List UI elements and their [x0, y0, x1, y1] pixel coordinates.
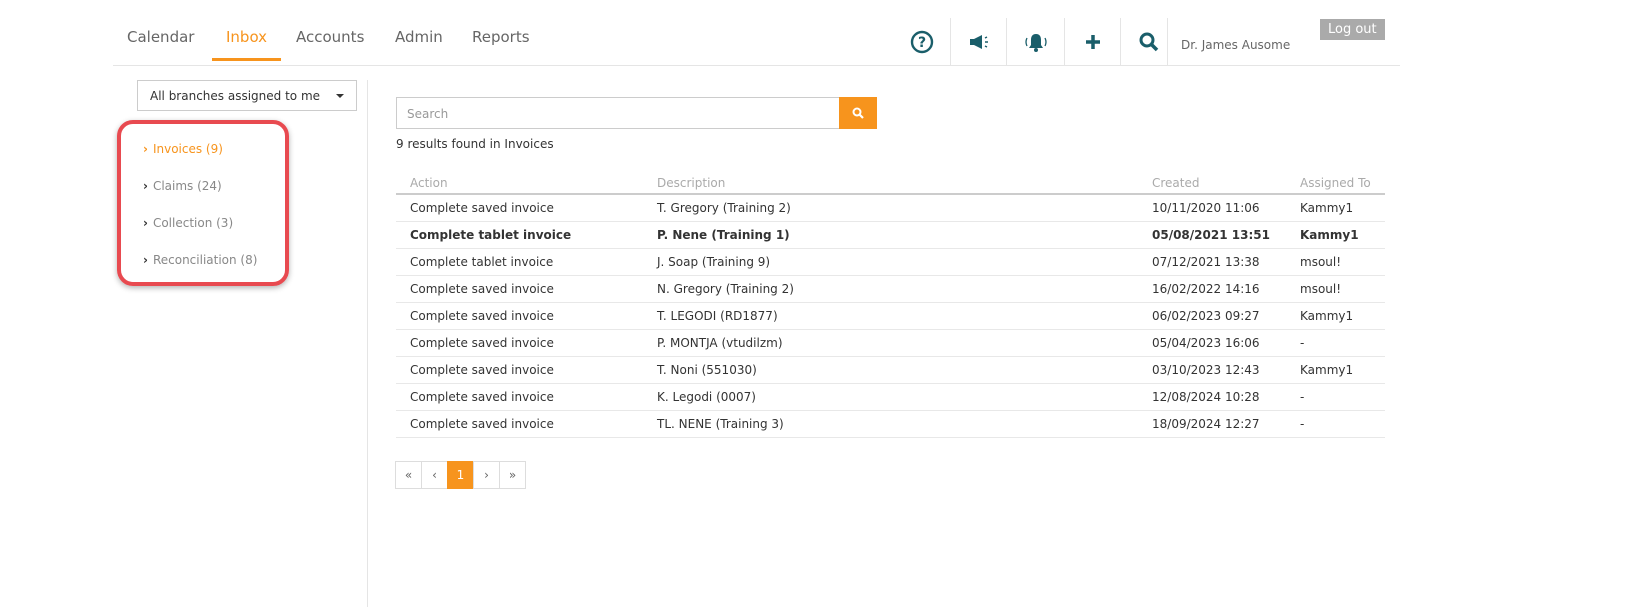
cell-description: T. LEGODI (RD1877): [643, 302, 1138, 330]
cell-action: Complete tablet invoice: [396, 248, 643, 276]
search-icon: [852, 107, 864, 119]
cell-created: 06/02/2023 09:27: [1138, 302, 1286, 330]
cell-description: T. Noni (551030): [643, 356, 1138, 384]
table-row[interactable]: Complete saved invoice TL. NENE (Training…: [396, 410, 1385, 438]
cell-assigned-to: msoul!: [1286, 275, 1385, 303]
cell-created: 10/11/2020 11:06: [1138, 194, 1286, 222]
cell-action: Complete saved invoice: [396, 194, 643, 222]
help-icon[interactable]: ?: [894, 18, 950, 65]
pagination: « ‹ 1 › »: [395, 461, 526, 489]
col-description[interactable]: Description: [643, 172, 1138, 195]
cell-description: TL. NENE (Training 3): [643, 410, 1138, 438]
tab-accounts[interactable]: Accounts: [296, 28, 364, 46]
user-name: Dr. James Ausome: [1181, 38, 1291, 52]
chevron-right-icon: ›: [143, 142, 148, 156]
logout-button[interactable]: Log out: [1320, 19, 1385, 40]
first-page-button[interactable]: «: [395, 461, 422, 489]
cell-description: P. MONTJA (vtudilzm): [643, 329, 1138, 357]
cell-action: Complete saved invoice: [396, 410, 643, 438]
table-row[interactable]: Complete saved invoice T. Gregory (Traini…: [396, 194, 1385, 222]
col-action[interactable]: Action: [396, 172, 643, 195]
folder-collection[interactable]: › Collection (3): [143, 216, 233, 230]
branch-select-value: All branches assigned to me: [150, 89, 321, 103]
col-created[interactable]: Created: [1138, 172, 1286, 195]
table-row[interactable]: Complete saved invoice T. LEGODI (RD1877)…: [396, 302, 1385, 330]
cell-created: 16/02/2022 14:16: [1138, 275, 1286, 303]
cell-created: 12/08/2024 10:28: [1138, 383, 1286, 411]
cell-assigned-to: -: [1286, 410, 1385, 438]
top-nav: Calendar Inbox Accounts Admin Reports ? …: [113, 0, 1400, 66]
cell-description: P. Nene (Training 1): [643, 221, 1138, 249]
cell-action: Complete saved invoice: [396, 302, 643, 330]
cell-description: K. Legodi (0007): [643, 383, 1138, 411]
folder-label: Collection (3): [152, 216, 234, 230]
cell-action: Complete saved invoice: [396, 383, 643, 411]
branch-select[interactable]: All branches assigned to me: [137, 80, 357, 111]
cell-created: 18/09/2024 12:27: [1138, 410, 1286, 438]
cell-description: T. Gregory (Training 2): [643, 194, 1138, 222]
folder-claims[interactable]: › Claims (24): [143, 179, 222, 193]
sidebar-divider: [367, 80, 368, 607]
cell-action: Complete saved invoice: [396, 356, 643, 384]
folder-label: Claims (24): [152, 179, 222, 193]
cell-assigned-to: Kammy1: [1286, 356, 1385, 384]
table-row[interactable]: Complete tablet invoice P. Nene (Training…: [396, 221, 1385, 249]
chevron-right-icon: ›: [143, 216, 148, 230]
folder-reconciliation[interactable]: › Reconciliation (8): [143, 253, 257, 267]
cell-description: N. Gregory (Training 2): [643, 275, 1138, 303]
cell-action: Complete saved invoice: [396, 275, 643, 303]
search-button[interactable]: [839, 97, 877, 129]
divider: [1167, 18, 1168, 65]
table-row[interactable]: Complete saved invoice N. Gregory (Traini…: [396, 275, 1385, 303]
page-1-button[interactable]: 1: [447, 461, 474, 489]
inbox-table: Action Description Created Assigned To C…: [396, 172, 1385, 438]
prev-page-button[interactable]: ‹: [421, 461, 448, 489]
tab-reports[interactable]: Reports: [472, 28, 530, 46]
results-count: 9 results found in Invoices: [396, 137, 554, 151]
cell-description: J. Soap (Training 9): [643, 248, 1138, 276]
cell-created: 05/08/2021 13:51: [1138, 221, 1286, 249]
table-row[interactable]: Complete saved invoice P. MONTJA (vtudilz…: [396, 329, 1385, 357]
table-row[interactable]: Complete saved invoice K. Legodi (0007) 12…: [396, 383, 1385, 411]
chevron-right-icon: ›: [143, 179, 148, 193]
cell-created: 03/10/2023 12:43: [1138, 356, 1286, 384]
cell-assigned-to: -: [1286, 329, 1385, 357]
folder-label: Invoices (9): [152, 142, 223, 156]
cell-assigned-to: Kammy1: [1286, 194, 1385, 222]
plus-icon[interactable]: [1064, 18, 1120, 65]
cell-action: Complete tablet invoice: [396, 221, 643, 249]
cell-assigned-to: Kammy1: [1286, 221, 1385, 249]
cell-created: 05/04/2023 16:06: [1138, 329, 1286, 357]
cell-assigned-to: -: [1286, 383, 1385, 411]
folder-invoices[interactable]: › Invoices (9): [143, 142, 223, 156]
cell-action: Complete saved invoice: [396, 329, 643, 357]
cell-assigned-to: msoul!: [1286, 248, 1385, 276]
tab-calendar[interactable]: Calendar: [127, 28, 194, 46]
last-page-button[interactable]: »: [499, 461, 526, 489]
col-assigned-to[interactable]: Assigned To: [1286, 172, 1385, 195]
search-input[interactable]: Search: [396, 97, 840, 129]
table-row[interactable]: Complete saved invoice T. Noni (551030) 03…: [396, 356, 1385, 384]
chevron-right-icon: ›: [143, 253, 148, 267]
megaphone-icon[interactable]: [950, 18, 1006, 65]
svg-text:?: ?: [918, 35, 926, 51]
caret-down-icon: [336, 94, 344, 98]
cell-assigned-to: Kammy1: [1286, 302, 1385, 330]
next-page-button[interactable]: ›: [473, 461, 500, 489]
table-row[interactable]: Complete tablet invoice J. Soap (Training…: [396, 248, 1385, 276]
cell-created: 07/12/2021 13:38: [1138, 248, 1286, 276]
bell-icon[interactable]: [1006, 18, 1065, 65]
tab-inbox[interactable]: Inbox: [211, 28, 282, 61]
folder-label: Reconciliation (8): [152, 253, 258, 267]
tab-admin[interactable]: Admin: [395, 28, 443, 46]
